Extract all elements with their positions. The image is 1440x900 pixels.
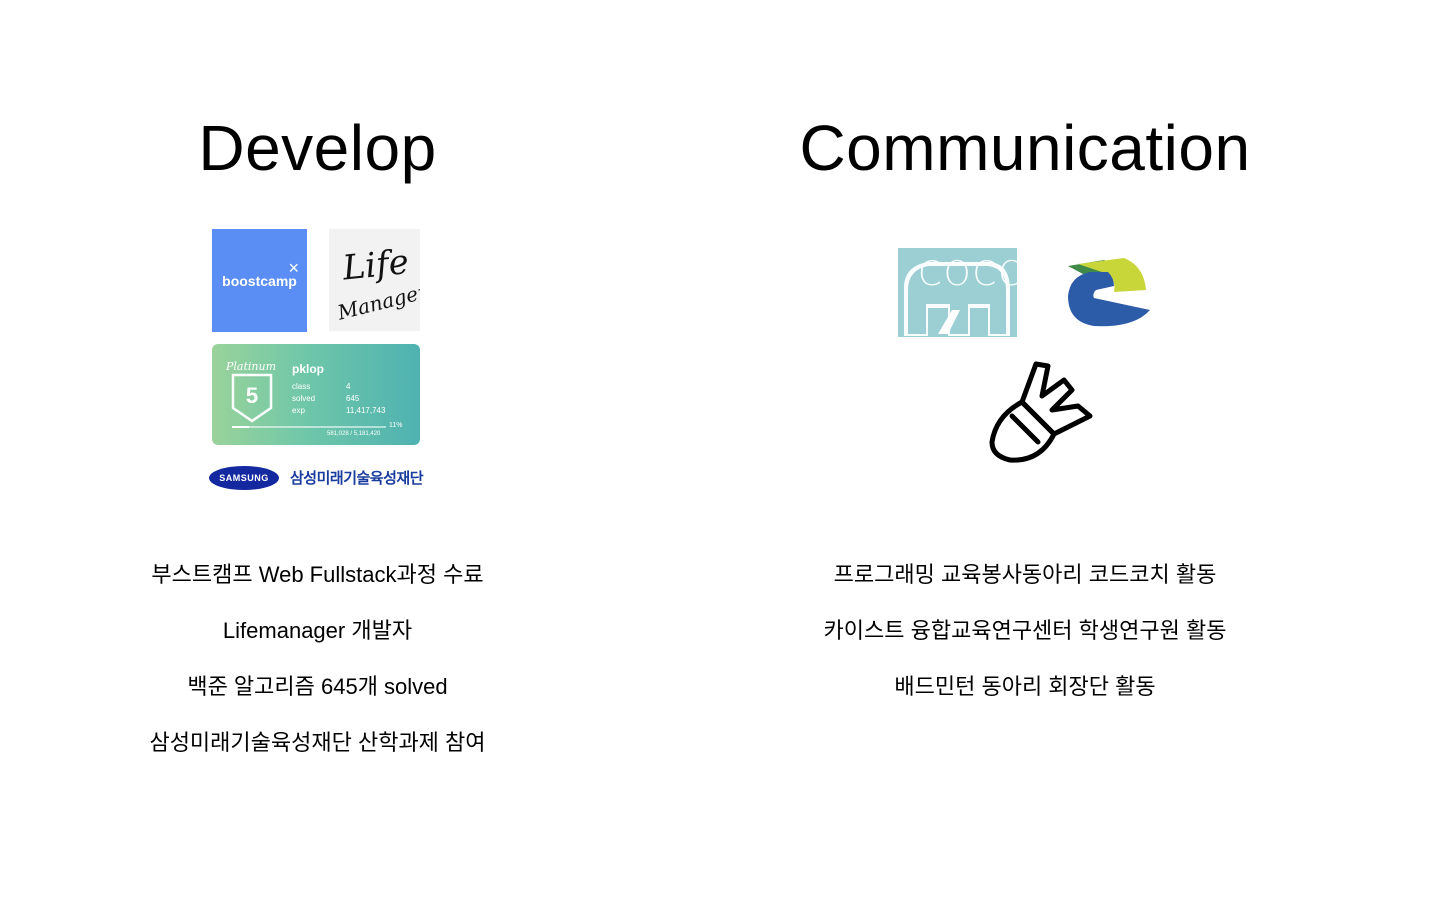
develop-item: 백준 알고리즘 645개 solved (187, 674, 448, 699)
badge-progress-range: 581,028 / 5,181,420 (327, 431, 381, 437)
badge-progress-bar (232, 426, 386, 428)
coco-logo-text: COCO (918, 254, 1028, 294)
develop-item: Lifemanager 개발자 (222, 618, 413, 643)
communication-item: 배드민턴 동아리 회장단 활동 (894, 674, 1156, 699)
badge-stat-label: class (292, 382, 311, 391)
develop-list: 부스트캠프 Web Fullstack과정 수료 Lifemanager 개발자… (0, 556, 635, 780)
badge-stat-value: 645 (346, 394, 360, 403)
kaist-center-logo-icon (1068, 258, 1150, 327)
badge-progress-percent: 11% (389, 422, 403, 429)
lifemanager-logo: Life Manager (329, 229, 431, 331)
badge-tier-number: 5 (246, 383, 258, 408)
badge-stat-value: 11,417,743 (346, 406, 386, 415)
develop-section: Develop × boostcamp Life Manager Platinu… (0, 0, 635, 900)
samsung-foundation-text: 삼성미래기술육성재단 (290, 470, 424, 487)
tier-shield-icon: 5 (231, 373, 273, 423)
samsung-logo: SAMSUNG (209, 466, 279, 490)
boostcamp-logo-text: boostcamp (222, 272, 297, 289)
boostcamp-logo: × boostcamp (212, 229, 307, 332)
shuttlecock-icon (989, 361, 1093, 463)
lifemanager-logo-line1: Life (340, 242, 411, 289)
badge-stat-value: 4 (346, 382, 351, 391)
solved-badge: Platinum 5 pklop class 4 solved 645 exp … (212, 344, 420, 445)
coco-logo: COCO (898, 248, 1025, 337)
develop-item: 부스트캠프 Web Fullstack과정 수료 (151, 562, 484, 587)
communication-title: Communication (799, 112, 1251, 184)
communication-item: 카이스트 융합교육연구센터 학생연구원 활동 (823, 618, 1227, 643)
boostcamp-mark: × (288, 258, 299, 278)
badge-handle: pklop (292, 362, 324, 376)
badge-progress-fill (232, 426, 249, 428)
develop-item: 삼성미래기술육성재단 산학과제 참여 (149, 730, 486, 755)
communication-section: Communication COCO 프로그래밍 교육봉사동아리 코드코치 활동… (640, 0, 1410, 900)
develop-title: Develop (198, 112, 437, 184)
communication-item: 프로그래밍 교육봉사동아리 코드코치 활동 (833, 562, 1217, 587)
badge-stat-label: exp (292, 406, 305, 415)
samsung-logo-text: SAMSUNG (219, 473, 269, 483)
communication-list: 프로그래밍 교육봉사동아리 코드코치 활동 카이스트 융합교육연구센터 학생연구… (640, 556, 1410, 724)
badge-stat-label: solved (292, 394, 316, 403)
